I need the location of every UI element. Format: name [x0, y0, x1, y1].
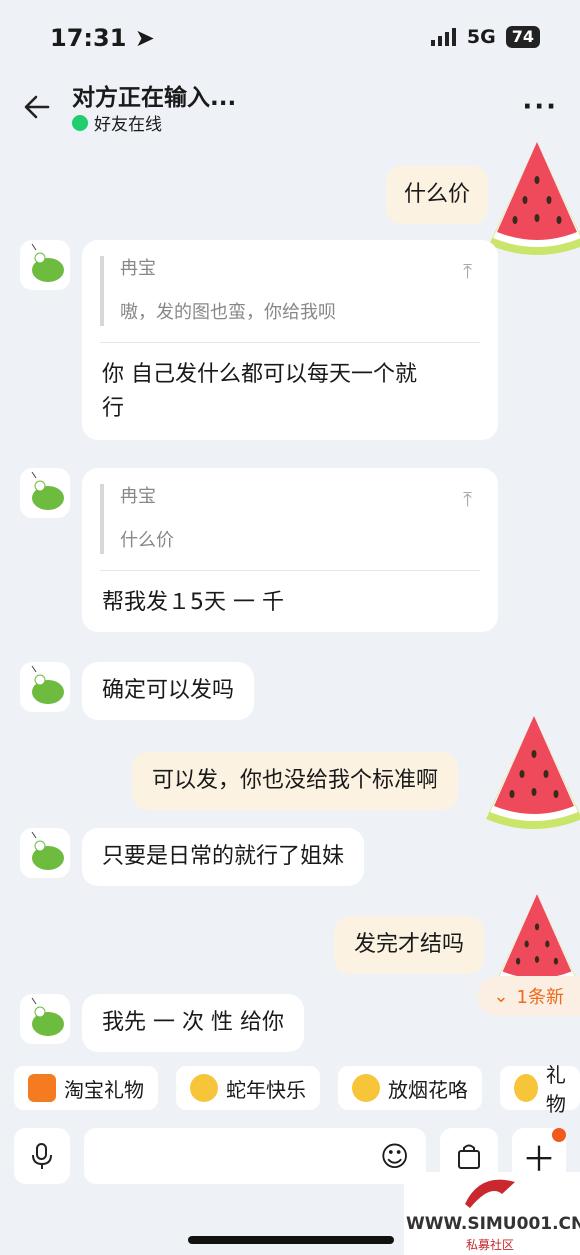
microphone-icon [32, 1143, 52, 1169]
shopping-bag-icon [458, 1144, 480, 1169]
battery-indicator: 74 [505, 26, 540, 48]
chip-gift[interactable]: 礼物 [500, 1063, 580, 1116]
online-status: 好友在线 [72, 110, 162, 135]
emoji-icon [352, 1074, 380, 1102]
message-text: 帮我发１5天 一 千 [102, 590, 284, 615]
network-label: 5G [466, 26, 496, 48]
chip-taobao-gift[interactable]: 淘宝礼物 [14, 1066, 158, 1110]
home-indicator [188, 1236, 394, 1244]
message-bubble-received[interactable]: 只要是日常的就行了姐妹 [82, 828, 365, 886]
emoji-icon [514, 1074, 538, 1102]
quote-expand-icon[interactable]: ⤒ [463, 254, 472, 288]
message-bubble-received[interactable]: 冉宝 什么价 ⤒ 帮我发１5天 一 千 [82, 468, 498, 632]
watermelon-sticker [486, 716, 580, 829]
message-bubble-received[interactable]: 确定可以发吗 [82, 662, 255, 720]
message-input[interactable] [84, 1128, 426, 1184]
avatar[interactable] [20, 994, 70, 1044]
quote-divider [100, 570, 480, 571]
avatar[interactable] [20, 240, 70, 290]
emoji-button-icon[interactable]: ☺ [380, 1140, 409, 1173]
back-arrow-icon[interactable] [22, 92, 52, 122]
quoted-message: 冉宝 什么价 [100, 484, 460, 554]
chip-fireworks[interactable]: 放烟花咯 [338, 1066, 482, 1110]
voice-input-button[interactable] [14, 1128, 70, 1184]
message-bubble-sent[interactable]: 可以发，你也没给我个标准啊 [132, 752, 459, 810]
message-bubble-sent[interactable]: 发完才结吗 [334, 916, 485, 974]
location-arrow-icon: ➤ [134, 24, 155, 52]
notification-dot [552, 1128, 566, 1142]
chat-title: 对方正在输入... [72, 85, 237, 111]
status-indicators: 5G 74 [430, 26, 540, 48]
watermark-logo [465, 1179, 515, 1208]
quote-divider [100, 342, 480, 343]
status-time: 17:31 ➤ [50, 24, 155, 52]
avatar[interactable] [20, 662, 70, 712]
gift-icon [28, 1074, 56, 1102]
avatar[interactable] [20, 468, 70, 518]
new-messages-indicator[interactable]: ⌄ 1条新 [477, 976, 580, 1016]
signal-icon [430, 28, 456, 46]
chip-snake-year[interactable]: 蛇年快乐 [176, 1066, 320, 1110]
online-dot-icon [72, 114, 88, 131]
message-bubble-received[interactable]: 我先 一 次 性 给你 [82, 994, 304, 1052]
watermelon-sticker [489, 142, 580, 255]
more-options-icon[interactable]: ··· [522, 92, 558, 122]
message-text: 你 自己发什么都可以每天一个就行 [102, 362, 417, 421]
avatar[interactable] [20, 828, 70, 878]
emoji-icon [190, 1074, 218, 1102]
message-bubble-received[interactable]: 冉宝 嗷，发的图也蛮，你给我呗 ⤒ 你 自己发什么都可以每天一个就行 [82, 240, 498, 440]
watermark: WWW.SIMU001.CN 私募社区 [404, 1172, 580, 1255]
chevron-down-icon: ⌄ [493, 985, 509, 1007]
quoted-message: 冉宝 嗷，发的图也蛮，你给我呗 [100, 256, 460, 326]
quote-expand-icon[interactable]: ⤒ [463, 482, 472, 516]
message-bubble-sent[interactable]: 什么价 [386, 166, 489, 224]
